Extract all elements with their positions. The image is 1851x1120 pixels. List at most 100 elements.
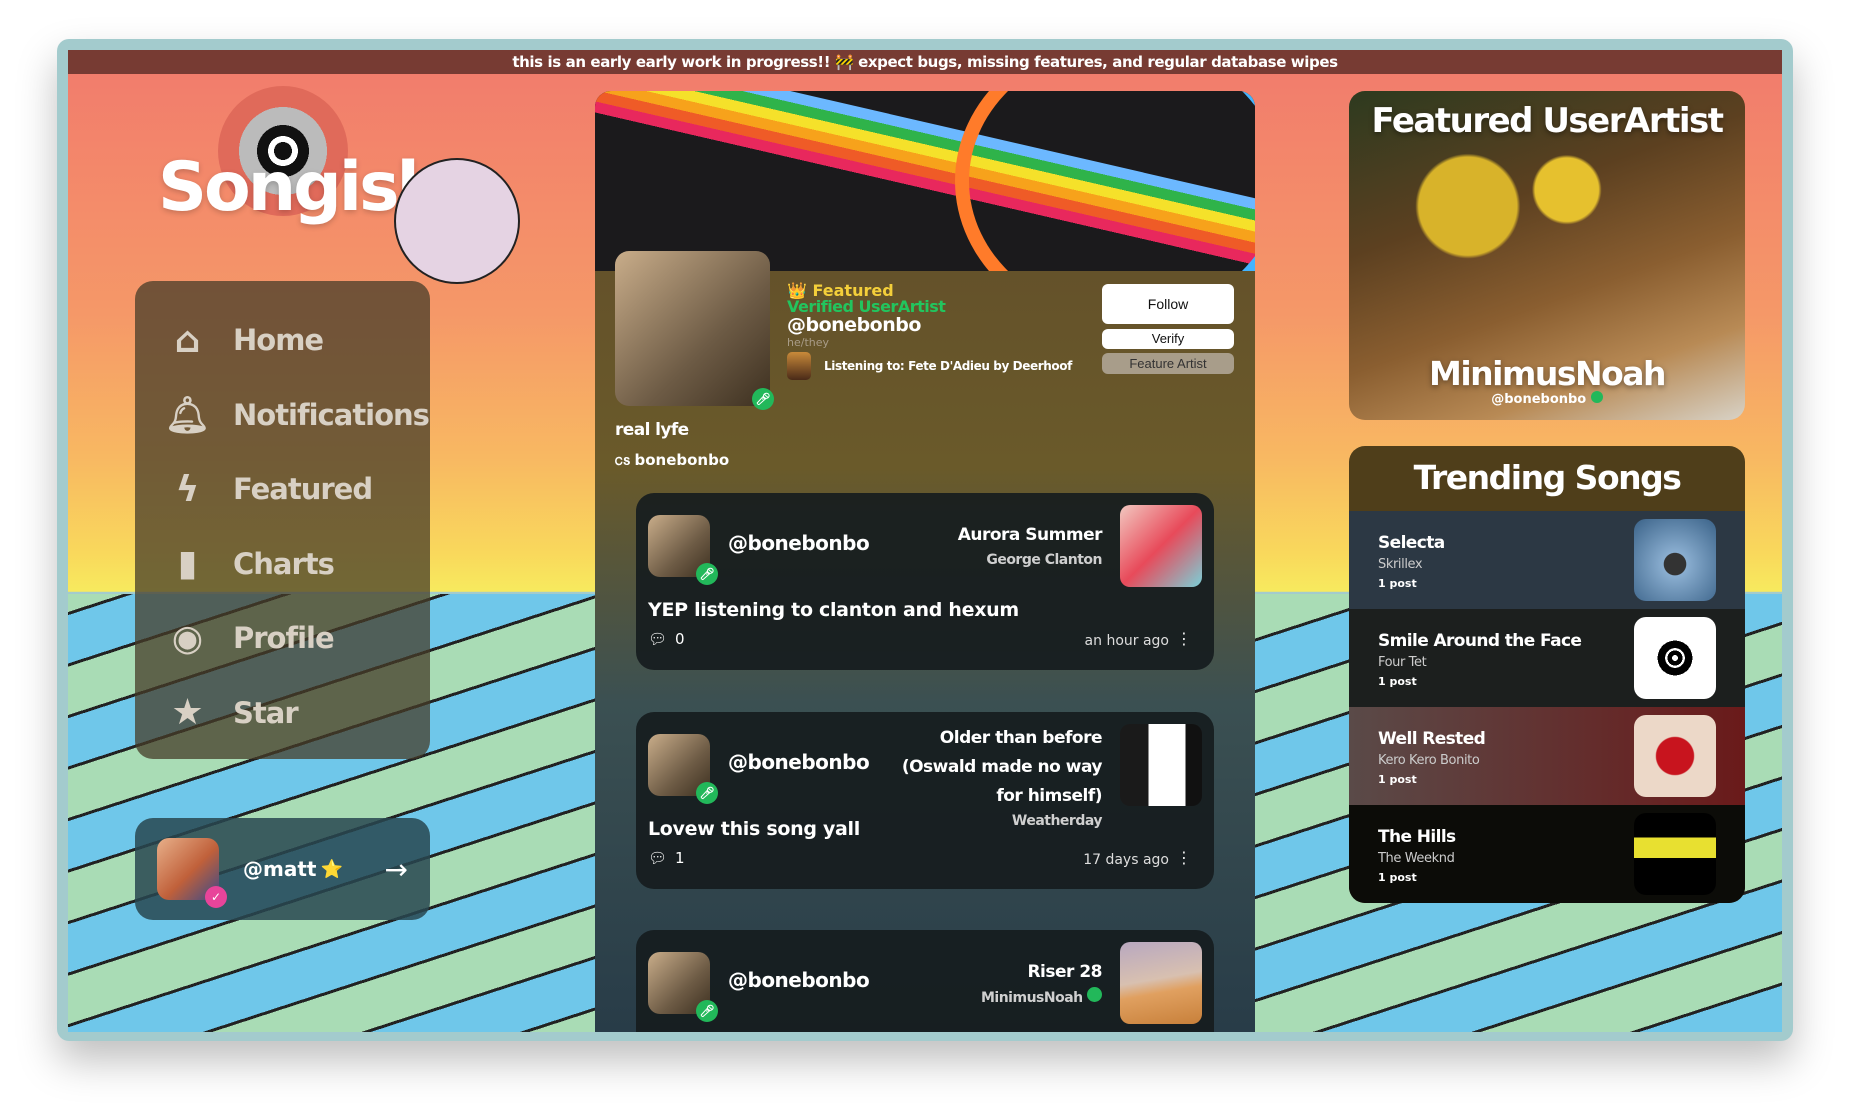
artist-name: MinimusNoah <box>980 990 1083 1006</box>
more-options-icon[interactable]: ⋮ <box>1176 848 1192 867</box>
trending-song[interactable]: The Hills The Weeknd 1 post <box>1349 805 1745 903</box>
comment-icon: 💬︎ <box>648 849 668 867</box>
song-title: The Hills <box>1378 827 1456 847</box>
profile-banner-image <box>595 91 1255 271</box>
now-playing-cover <box>787 352 811 380</box>
handle-text: @bonebonbo <box>1491 392 1587 407</box>
star-emoji: ⭐ <box>320 858 343 880</box>
nav-label: Featured <box>233 472 373 507</box>
sidebar-item-featured[interactable]: ϟ Featured <box>135 452 430 527</box>
post-avatar: 🎤︎ <box>648 952 718 1022</box>
mic-badge-icon: 🎤︎ <box>696 782 718 804</box>
comment-number: 0 <box>675 630 685 648</box>
song-artist: Four Tet <box>1378 655 1427 670</box>
album-cover <box>1120 505 1202 587</box>
song-artist[interactable]: Weatherday <box>872 811 1103 831</box>
comment-number: 1 <box>675 849 685 867</box>
more-options-icon[interactable]: ⋮ <box>1176 629 1192 648</box>
lastfm-icon: ᏟՏ <box>615 455 631 468</box>
song-title: Smile Around the Face <box>1378 631 1582 651</box>
post-handle[interactable]: @bonebonbo <box>728 750 870 774</box>
song-artist[interactable]: MinimusNoah <box>981 987 1102 1008</box>
post-text: YEP listening to clanton and hexum <box>648 599 1019 621</box>
song-title[interactable]: Riser 28 <box>981 958 1102 987</box>
post-count: 1 post <box>1378 871 1417 884</box>
arrow-right-icon[interactable]: → <box>385 853 408 886</box>
nav-label: Charts <box>233 546 335 581</box>
song-artist: The Weeknd <box>1378 851 1455 866</box>
sidebar-item-notifications[interactable]: 🔔︎ Notifications <box>135 378 430 453</box>
current-user-card[interactable]: ✓ @matt ⭐ → <box>135 818 430 920</box>
post-handle[interactable]: @bonebonbo <box>728 531 870 555</box>
post-avatar: 🎤︎ <box>648 515 718 585</box>
decorative-blob <box>394 158 520 284</box>
post-count: 1 post <box>1378 773 1417 786</box>
lastfm-username: bonebonbo <box>634 451 730 469</box>
feature-artist-button[interactable]: Feature Artist <box>1102 353 1234 374</box>
trending-song[interactable]: Well Rested Kero Kero Bonito 1 post <box>1349 707 1745 805</box>
song-artist[interactable]: George Clanton <box>958 550 1102 570</box>
user-circle-icon: ◉ <box>171 617 203 659</box>
verify-button[interactable]: Verify <box>1102 329 1234 349</box>
post-song: Older than before (Oswald made no way fo… <box>872 724 1103 831</box>
listening-to[interactable]: Listening to: Fete D'Adieu by Deerhoof <box>824 359 1072 373</box>
pronouns: he/they <box>787 336 830 349</box>
album-cover <box>1120 724 1202 806</box>
trending-songs-panel: Trending Songs Selecta Skrillex 1 post Smi… <box>1349 446 1745 903</box>
post-handle[interactable]: @bonebonbo <box>728 968 870 992</box>
verified-icon <box>1590 391 1603 403</box>
featured-title: Featured UserArtist <box>1371 101 1724 141</box>
comment-icon: 💬︎ <box>648 630 668 648</box>
post-count: 1 post <box>1378 675 1417 688</box>
sidebar-item-profile[interactable]: ◉ Profile <box>135 601 430 676</box>
song-title[interactable]: Older than before (Oswald made no way fo… <box>872 724 1103 811</box>
mic-badge-icon: 🎤︎ <box>696 1000 718 1022</box>
current-user-handle: @matt <box>243 857 317 881</box>
lastfm-link[interactable]: ᏟՏ bonebonbo <box>615 451 729 469</box>
nav-label: Notifications <box>233 397 430 432</box>
album-cover <box>1634 617 1716 699</box>
post-count: 1 post <box>1378 577 1417 590</box>
album-cover <box>1634 813 1716 895</box>
post-time: an hour ago <box>1084 633 1169 649</box>
nav-label: Star <box>233 695 299 730</box>
star-icon: ★ <box>171 692 203 734</box>
trending-song[interactable]: Selecta Skrillex 1 post <box>1349 511 1745 609</box>
sidebar-item-star[interactable]: ★ Star <box>135 676 430 751</box>
badge-icon: ✓ <box>205 886 227 908</box>
avatar: ✓ <box>157 838 227 908</box>
trending-title: Trending Songs <box>1413 458 1682 497</box>
post-text: Lovew this song yall <box>648 818 860 840</box>
sidebar-item-home[interactable]: ⌂ Home <box>135 303 430 378</box>
featured-artist-card[interactable]: Featured UserArtist MinimusNoah @bonebon… <box>1349 91 1745 420</box>
song-title[interactable]: Aurora Summer <box>958 521 1103 550</box>
album-cover <box>1634 715 1716 797</box>
bar-chart-icon: ▮ <box>177 543 198 585</box>
album-cover <box>1634 519 1716 601</box>
album-cover <box>1120 942 1202 1024</box>
sidebar-item-charts[interactable]: ▮ Charts <box>135 527 430 602</box>
profile-name: real lyfe <box>615 420 689 440</box>
post-avatar: 🎤︎ <box>648 734 718 804</box>
post-song: Riser 28 MinimusNoah <box>981 958 1103 1008</box>
post-card[interactable]: 🎤︎ @bonebonbo Older than before (Oswald … <box>636 712 1214 889</box>
sidebar-nav: ⌂ Home 🔔︎ Notifications ϟ Featured ▮ Charts … <box>135 281 430 759</box>
wip-banner: this is an early early work in progress!… <box>68 50 1782 74</box>
post-card[interactable]: 🎤︎ @bonebonbo Riser 28 MinimusNoah <box>636 930 1214 1032</box>
comment-count[interactable]: 💬︎ 0 <box>648 630 685 648</box>
featured-artist-handle: @bonebonbo <box>1349 391 1745 407</box>
trending-song[interactable]: Smile Around the Face Four Tet 1 post <box>1349 609 1745 707</box>
lightning-icon: ϟ <box>175 468 200 510</box>
song-artist: Skrillex <box>1378 557 1423 572</box>
featured-artist-name: MinimusNoah <box>1428 354 1667 393</box>
mic-badge-icon: 🎤︎ <box>696 563 718 585</box>
profile-column: 🎤︎ 👑 Featured Verified UserArtist @boneb… <box>595 91 1255 1032</box>
nav-label: Home <box>233 323 324 358</box>
song-title: Selecta <box>1378 533 1445 553</box>
follow-button[interactable]: Follow <box>1102 284 1234 324</box>
profile-avatar: 🎤︎ <box>615 251 774 410</box>
song-title: Well Rested <box>1378 729 1486 749</box>
home-icon: ⌂ <box>174 319 201 361</box>
comment-count[interactable]: 💬︎ 1 <box>648 849 685 867</box>
post-card[interactable]: 🎤︎ @bonebonbo Aurora Summer George Clanto… <box>636 493 1214 670</box>
